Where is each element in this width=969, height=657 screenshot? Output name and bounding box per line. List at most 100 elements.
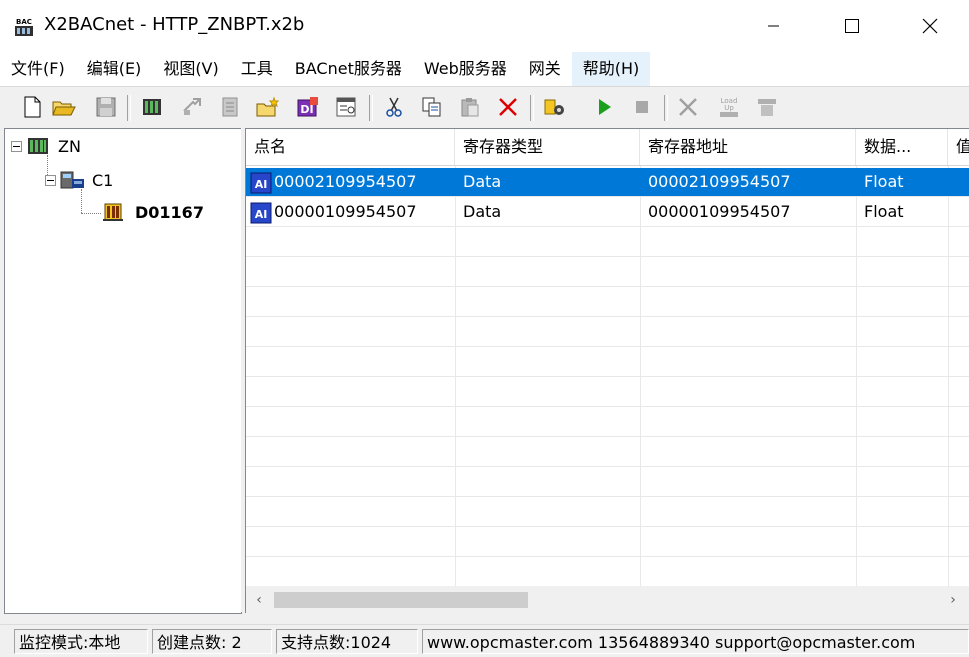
minimize-icon xyxy=(768,25,779,27)
cut-icon xyxy=(386,97,402,117)
config-icon xyxy=(544,99,564,115)
chevron-right-icon: › xyxy=(950,591,956,608)
status-bar: 监控模式:本地 创建点数: 2 支持点数:1024 www.opcmaster.… xyxy=(0,624,969,657)
run-button[interactable] xyxy=(592,95,616,119)
grid-line xyxy=(246,196,969,197)
device-button[interactable] xyxy=(140,95,164,119)
status-mode: 监控模式:本地 xyxy=(14,629,148,654)
export-icon xyxy=(183,98,201,115)
window-title: X2BACnet - HTTP_ZNBPT.x2b xyxy=(44,14,305,35)
cut-button[interactable] xyxy=(382,95,406,119)
cell-register-type: Data xyxy=(463,202,502,221)
config-button[interactable] xyxy=(543,95,567,119)
svg-text:Up: Up xyxy=(724,104,734,112)
save-button[interactable] xyxy=(94,95,118,119)
grid-line xyxy=(246,496,969,497)
download-icon xyxy=(758,99,776,116)
scrollbar-thumb[interactable] xyxy=(274,592,528,608)
cell-register-address: 00000109954507 xyxy=(648,202,791,221)
close-icon xyxy=(922,18,938,34)
close-button[interactable] xyxy=(891,0,969,52)
cell-name: 00000109954507 xyxy=(274,202,417,221)
menu-file[interactable]: 文件(F) xyxy=(0,52,76,86)
column-header-value[interactable]: 值 xyxy=(948,129,969,165)
column-header-datatype[interactable]: 数据... xyxy=(856,129,948,165)
grid-line xyxy=(246,376,969,377)
stop-button[interactable] xyxy=(630,95,654,119)
delete-button[interactable] xyxy=(496,95,520,119)
properties-button[interactable] xyxy=(334,95,358,119)
save-icon xyxy=(96,97,116,117)
tree-line xyxy=(81,213,101,214)
download-button[interactable] xyxy=(755,95,779,119)
export-button[interactable] xyxy=(180,95,204,119)
add-folder-button[interactable] xyxy=(256,95,280,119)
svg-text:BAC: BAC xyxy=(16,18,32,26)
status-created-count: 创建点数: 2 xyxy=(152,629,272,654)
column-header-name[interactable]: 点名 xyxy=(246,129,455,165)
maximize-button[interactable] xyxy=(813,0,891,52)
grid-line xyxy=(246,316,969,317)
cell-datatype: Float xyxy=(864,172,904,191)
data-button[interactable]: DI xyxy=(296,95,320,119)
title-bar[interactable]: BAC X2BACnet - HTTP_ZNBPT.x2b xyxy=(0,0,969,52)
device-icon xyxy=(143,99,161,115)
device-point-icon xyxy=(103,203,123,221)
tree-node-zn[interactable]: ZN xyxy=(11,135,81,157)
new-button[interactable] xyxy=(20,95,44,119)
data-icon: DI xyxy=(297,97,318,117)
menu-help[interactable]: 帮助(H) xyxy=(571,52,651,86)
menu-view[interactable]: 视图(V) xyxy=(152,52,229,86)
delete-icon xyxy=(499,98,517,116)
table-row[interactable]: AI 00002109954507 Data 00002109954507 Fl… xyxy=(246,168,969,196)
cell-name: 00002109954507 xyxy=(274,172,417,191)
column-header-register-type[interactable]: 寄存器类型 xyxy=(455,129,640,165)
app-window: BAC X2BACnet - HTTP_ZNBPT.x2b 文件(F) 编辑(E… xyxy=(0,0,969,657)
table-row[interactable]: AI 00000109954507 Data 00000109954507 Fl… xyxy=(246,198,969,226)
controller-icon xyxy=(60,171,84,189)
menu-gateway[interactable]: 网关 xyxy=(518,52,572,86)
grid-line xyxy=(246,406,969,407)
open-button[interactable] xyxy=(52,95,76,119)
grid-line xyxy=(246,346,969,347)
menu-tools[interactable]: 工具 xyxy=(230,52,284,86)
list-button[interactable] xyxy=(218,95,242,119)
grid-line xyxy=(246,526,969,527)
collapse-icon[interactable] xyxy=(11,140,22,152)
horizontal-scrollbar[interactable]: ‹ › xyxy=(246,586,969,613)
status-contact: www.opcmaster.com 13564889340 support@op… xyxy=(422,629,969,654)
tree-label-d01167: D01167 xyxy=(135,202,204,222)
cell-datatype: Float xyxy=(864,202,904,221)
toolbar-separator xyxy=(369,95,373,121)
scroll-right-button[interactable]: › xyxy=(940,586,966,613)
tools-icon xyxy=(679,98,697,116)
add-folder-icon xyxy=(256,96,280,117)
menu-edit[interactable]: 编辑(E) xyxy=(76,52,153,86)
points-list[interactable]: 点名 寄存器类型 寄存器地址 数据... 值 AI 00002109954507… xyxy=(245,128,969,613)
grid-line xyxy=(246,466,969,467)
tree-node-c1[interactable]: C1 xyxy=(45,169,113,191)
cell-register-address: 00002109954507 xyxy=(648,172,791,191)
menu-bacnet-server[interactable]: BACnet服务器 xyxy=(284,52,413,86)
column-header-register-address[interactable]: 寄存器地址 xyxy=(640,129,856,165)
paste-button[interactable] xyxy=(458,95,482,119)
tree-node-d01167[interactable]: D01167 xyxy=(101,201,204,223)
gateway-icon xyxy=(28,138,48,154)
copy-button[interactable] xyxy=(420,95,444,119)
stop-icon xyxy=(636,101,648,113)
grid-line xyxy=(246,436,969,437)
tools-button[interactable] xyxy=(677,95,701,119)
toolbar-separator xyxy=(127,95,131,121)
toolbar: DI Load Up xyxy=(0,86,969,127)
device-tree[interactable]: ZN C1 D01167 xyxy=(4,128,242,614)
menu-web-server[interactable]: Web服务器 xyxy=(413,52,518,86)
load-up-icon: LoadUp xyxy=(720,97,738,117)
scroll-left-button[interactable]: ‹ xyxy=(246,586,272,613)
collapse-icon[interactable] xyxy=(45,174,56,186)
minimize-button[interactable] xyxy=(735,0,813,52)
list-icon xyxy=(222,97,238,117)
list-header: 点名 寄存器类型 寄存器地址 数据... 值 xyxy=(246,129,969,166)
tree-label-c1: C1 xyxy=(92,170,114,190)
load-up-button[interactable]: Load Up xyxy=(716,95,740,119)
svg-text:AI: AI xyxy=(255,178,268,191)
